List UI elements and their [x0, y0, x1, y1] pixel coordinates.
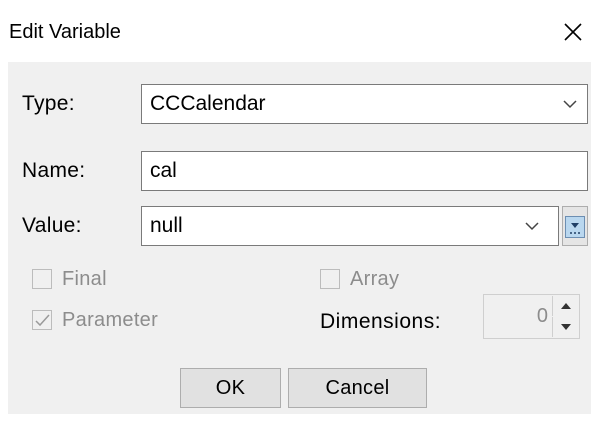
close-icon	[564, 23, 582, 41]
final-checkbox[interactable]	[32, 269, 52, 289]
parameter-checkbox-row[interactable]: Parameter	[32, 306, 158, 334]
name-label: Name:	[22, 159, 86, 182]
value-label: Value:	[22, 214, 82, 237]
cancel-button[interactable]: Cancel	[288, 368, 427, 408]
array-checkbox-row[interactable]: Array	[320, 265, 399, 293]
array-checkbox[interactable]	[320, 269, 340, 289]
ok-button[interactable]: OK	[180, 368, 281, 408]
close-button[interactable]	[555, 14, 591, 50]
spin-up-button[interactable]	[552, 296, 578, 316]
type-combobox[interactable]: CCCalendar	[141, 84, 588, 124]
array-label: Array	[350, 267, 400, 290]
checkmark-icon	[35, 314, 50, 327]
name-input-value: cal	[150, 159, 177, 182]
dimensions-spinner[interactable]: 0	[483, 294, 580, 339]
value-combobox-value: null	[150, 214, 183, 237]
type-label: Type:	[22, 92, 75, 115]
chevron-down-icon	[563, 100, 577, 109]
dimensions-label: Dimensions:	[320, 310, 442, 333]
name-input[interactable]: cal	[141, 151, 588, 191]
parameter-label: Parameter	[62, 308, 159, 331]
triangle-up-icon	[560, 303, 571, 309]
final-checkbox-row[interactable]: Final	[32, 265, 107, 293]
value-combobox[interactable]: null	[141, 206, 559, 246]
chevron-down-icon	[525, 222, 539, 231]
dropdown-browse-icon	[565, 216, 585, 238]
title-bar: Edit Variable	[0, 0, 606, 62]
value-browse-button[interactable]	[562, 206, 588, 246]
spin-down-button[interactable]	[552, 317, 578, 337]
triangle-down-icon	[560, 324, 571, 330]
final-label: Final	[62, 267, 107, 290]
parameter-checkbox[interactable]	[32, 310, 52, 330]
dialog-title: Edit Variable	[9, 21, 121, 43]
dialog-content: Type: CCCalendar Name: cal Value: null F…	[8, 62, 591, 414]
dimensions-value: 0	[536, 305, 548, 327]
edit-variable-dialog: Edit Variable Type: CCCalendar Name: cal…	[0, 0, 606, 421]
type-combobox-value: CCCalendar	[150, 92, 266, 115]
